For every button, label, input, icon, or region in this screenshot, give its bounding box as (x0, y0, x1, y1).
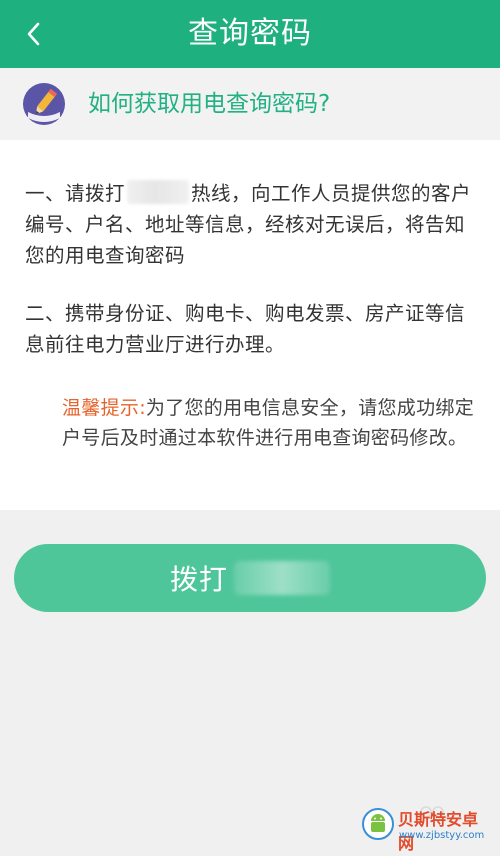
redacted-phone-number-button (234, 561, 330, 595)
android-logo-icon (362, 808, 394, 840)
question-text: 如何获取用电查询密码? (88, 91, 331, 117)
app-header: 查询密码 (0, 0, 500, 68)
watermark: 贝斯特安卓网 www.zjbstyy.com (362, 804, 492, 853)
info-card: 一、请拨打 热线，向工作人员提供您的客户编号、户名、地址等信息，经核对无误后，将告… (0, 140, 500, 510)
instruction-office: 二、携带身份证、购电卡、购电发票、房产证等信息前往电力营业厅进行办理。 (25, 302, 466, 356)
redacted-phone-number (127, 180, 190, 204)
question-bar: 如何获取用电查询密码? (0, 68, 500, 140)
call-hotline-button[interactable]: 拨打 (14, 544, 486, 612)
warm-tip-label: 温馨提示: (62, 397, 146, 419)
call-button-label: 拨打 (169, 563, 228, 596)
warm-tip: 温馨提示:为了您的用电信息安全，请您成功绑定户号后及时通过本软件进行用电查询密码… (62, 393, 477, 453)
watermark-url: www.zjbstyy.com (399, 830, 485, 841)
page-title: 查询密码 (188, 16, 312, 51)
instruction-hotline-prefix: 一、请拨打 (25, 182, 126, 205)
instruction-hotline: 一、请拨打 热线，向工作人员提供您的客户编号、户名、地址等信息，经核对无误后，将告… (25, 178, 473, 271)
pencil-icon (23, 83, 65, 125)
